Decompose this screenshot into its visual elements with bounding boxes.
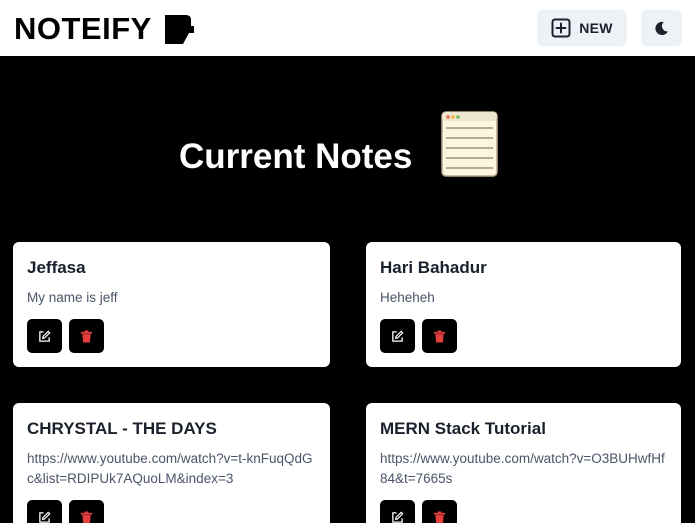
note-actions	[380, 500, 457, 523]
note-title: MERN Stack Tutorial	[380, 419, 546, 438]
trash-icon	[433, 510, 446, 523]
note-card: Jeffasa My name is jeff	[13, 242, 330, 367]
trash-icon	[80, 510, 93, 523]
edit-button[interactable]	[380, 319, 415, 353]
note-title: Hari Bahadur	[380, 258, 487, 277]
note-description: https://www.youtube.com/watch?v=O3BUHwfH…	[380, 451, 665, 486]
note-actions	[27, 500, 104, 523]
edit-icon	[39, 511, 51, 523]
navbar: NOTEIFY NEW	[0, 0, 695, 56]
edit-button[interactable]	[27, 500, 62, 523]
plus-square-icon	[551, 18, 571, 38]
brand-name[interactable]: NOTEIFY	[14, 11, 152, 47]
note-description: https://www.youtube.com/watch?v=t-knFuqQ…	[27, 451, 313, 486]
moon-icon	[655, 21, 668, 35]
delete-button[interactable]	[69, 319, 104, 353]
delete-button[interactable]	[422, 319, 457, 353]
note-card: MERN Stack Tutorial https://www.youtube.…	[366, 403, 681, 523]
notepad-icon	[441, 111, 498, 177]
note-description: Heheheh	[380, 290, 435, 305]
new-note-button[interactable]: NEW	[537, 10, 627, 46]
edit-icon	[392, 330, 404, 342]
edit-button[interactable]	[380, 500, 415, 523]
note-card: Hari Bahadur Heheheh	[366, 242, 681, 367]
edit-icon	[392, 511, 404, 523]
trash-icon	[433, 329, 446, 343]
note-sticky-icon	[165, 15, 194, 44]
note-title: Jeffasa	[27, 258, 86, 277]
theme-toggle-button[interactable]	[641, 10, 682, 46]
note-card: CHRYSTAL - THE DAYS https://www.youtube.…	[13, 403, 330, 523]
delete-button[interactable]	[422, 500, 457, 523]
new-button-label: NEW	[579, 20, 613, 36]
note-description: My name is jeff	[27, 290, 118, 305]
edit-button[interactable]	[27, 319, 62, 353]
delete-button[interactable]	[69, 500, 104, 523]
note-actions	[27, 319, 104, 353]
page-title: Current Notes	[179, 137, 413, 176]
note-title: CHRYSTAL - THE DAYS	[27, 419, 217, 438]
edit-icon	[39, 330, 51, 342]
trash-icon	[80, 329, 93, 343]
note-actions	[380, 319, 457, 353]
